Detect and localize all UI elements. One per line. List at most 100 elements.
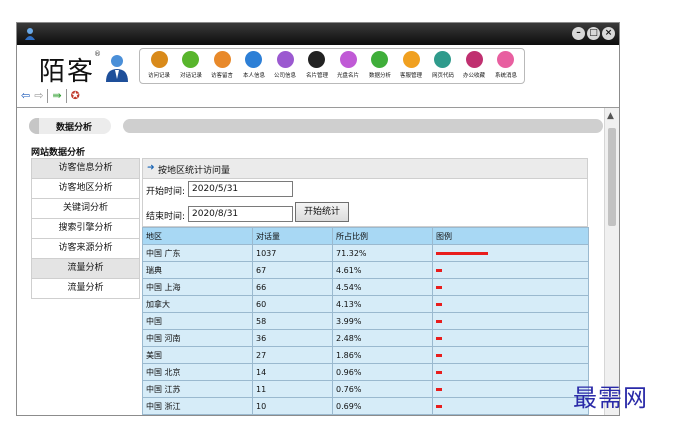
- toolbar-separator: [65, 89, 67, 103]
- title-bar: – □ ×: [17, 23, 619, 45]
- cell-percent: 0.76%: [332, 380, 433, 398]
- legend-bar: [436, 319, 442, 323]
- scroll-thumb[interactable]: [608, 128, 616, 226]
- cell-region: 瑞典: [142, 261, 253, 279]
- cell-count: 11: [252, 380, 333, 398]
- nav-item-code[interactable]: 网页代码: [426, 50, 460, 82]
- nav-item-chat[interactable]: 对话记录: [174, 50, 208, 82]
- start-time-label: 开始时间:: [146, 187, 186, 197]
- nav-item-company[interactable]: 公司信息: [268, 50, 302, 82]
- nav-item-label: 网页代码: [431, 72, 454, 79]
- nav-item-user-info[interactable]: 本人信息: [237, 50, 271, 82]
- legend-bar: [436, 370, 442, 374]
- tab-label: 数据分析: [56, 123, 93, 133]
- cell-percent: 4.54%: [332, 278, 433, 296]
- cell-count: 66: [252, 278, 333, 296]
- legend-bar: [436, 268, 442, 272]
- end-time-label: 结束时间:: [146, 212, 186, 222]
- close-button[interactable]: ×: [602, 27, 615, 40]
- help-icon[interactable]: ✪: [71, 89, 80, 103]
- table-row: 加拿大 60 4.13%: [142, 295, 589, 313]
- forward-arrow-icon[interactable]: ⇨: [34, 89, 43, 103]
- table-row: 中国 江苏 11 0.76%: [142, 380, 589, 398]
- cell-legend: [432, 244, 589, 262]
- side-menu-item[interactable]: 访客来源分析: [31, 239, 140, 259]
- cell-count: 60: [252, 295, 333, 313]
- table-row: 中国 北京 14 0.96%: [142, 363, 589, 381]
- cell-legend: [432, 312, 589, 330]
- panel-title: 按地区统计访问量: [158, 166, 231, 176]
- scroll-up-icon[interactable]: ▲: [607, 111, 614, 121]
- nav-item-chart[interactable]: 数据分析: [363, 50, 397, 82]
- tab-track: [123, 119, 603, 133]
- cell-legend: [432, 329, 589, 347]
- start-statistics-button[interactable]: 开始统计: [295, 202, 349, 222]
- table-row: 中国 浙江 10 0.69%: [142, 397, 589, 415]
- side-menu-item[interactable]: 关键词分析: [31, 199, 140, 219]
- table-row: 中国 河南 36 2.48%: [142, 329, 589, 347]
- nav-item-card[interactable]: 名片管理: [300, 50, 334, 82]
- page-tab-bar: 数据分析: [29, 118, 603, 134]
- back-arrow-icon[interactable]: ⇦: [21, 89, 30, 103]
- legend-bar: [436, 251, 488, 255]
- cell-percent: 0.96%: [332, 363, 433, 381]
- app-window: – □ × 陌客 ® 访问记录 对话记录 访客留言 本人信息 公司信息 名片管理 光盘名片数…: [16, 22, 620, 416]
- cell-region: 中国 北京: [142, 363, 253, 381]
- side-menu-item[interactable]: 流量分析: [31, 279, 140, 299]
- side-menu-item[interactable]: 搜索引擎分析: [31, 219, 140, 239]
- toolbar-separator: [47, 89, 49, 103]
- favorite-icon: [465, 51, 483, 68]
- arrow-right-icon: ➜: [147, 163, 155, 173]
- nav-item-message[interactable]: 访客留言: [205, 50, 239, 82]
- cell-percent: 0.69%: [332, 397, 433, 415]
- maximize-button[interactable]: □: [587, 27, 600, 40]
- end-time-input[interactable]: 2020/8/31: [188, 206, 293, 222]
- quick-toolbar: ⇦ ⇨ ⇛ ✪: [21, 87, 80, 105]
- legend-bar: [436, 302, 442, 306]
- side-menu-group-header[interactable]: 流量分析: [31, 259, 140, 279]
- cell-count: 58: [252, 312, 333, 330]
- region-stats-table: 地区 对话量 所占比例 图例 中国 广东 1037 71.32% 瑞典 67 4.61% 中…: [142, 227, 589, 415]
- panel-header: ➜ 按地区统计访问量: [142, 158, 588, 179]
- cell-legend: [432, 397, 589, 415]
- table-row: 中国 广东 1037 71.32%: [142, 244, 589, 262]
- cell-legend: [432, 295, 589, 313]
- content-frame: 数据分析 网站数据分析 访客信息分析 访客地区分析 关键词分析 搜索引擎分析 访客来源分…: [17, 107, 619, 415]
- cell-legend: [432, 380, 589, 398]
- cell-percent: 3.99%: [332, 312, 433, 330]
- table-row: 美国 27 1.86%: [142, 346, 589, 364]
- minimize-button[interactable]: –: [572, 27, 585, 40]
- start-time-input[interactable]: 2020/5/31: [188, 181, 293, 197]
- message-icon: [213, 51, 231, 68]
- nav-item-person[interactable]: 访问记录: [142, 50, 176, 82]
- cell-count: 1037: [252, 244, 333, 262]
- cell-count: 67: [252, 261, 333, 279]
- side-menu-group-header[interactable]: 访客信息分析: [31, 158, 140, 179]
- watermark: 最需网: [573, 384, 648, 412]
- cell-region: 中国 河南: [142, 329, 253, 347]
- side-menu-item[interactable]: 访客地区分析: [31, 179, 140, 199]
- nav-item-favorite[interactable]: 办公收藏: [457, 50, 491, 82]
- nav-item-label: 公司信息: [273, 72, 297, 79]
- cell-region: 加拿大: [142, 295, 253, 313]
- nav-item-label: 光盘名片: [336, 72, 360, 79]
- cell-legend: [432, 278, 589, 296]
- system-message-icon: [497, 51, 514, 68]
- exit-icon[interactable]: ⇛: [52, 89, 61, 103]
- module-nav: 访问记录 对话记录 访客留言 本人信息 公司信息 名片管理 光盘名片 数据分析 客服管理 网页代码…: [139, 48, 525, 84]
- nav-item-service[interactable]: 客服管理: [394, 50, 428, 82]
- logo-person-icon: [106, 55, 128, 82]
- region-stats-panel: ➜ 按地区统计访问量 开始时间: 2020/5/31 结束时间: 2020/8/…: [142, 158, 589, 415]
- main-toolbar: 陌客 ® 访问记录 对话记录 访客留言 本人信息 公司信息 名片管理 光盘名片 数据分析 客服管…: [17, 45, 619, 107]
- nav-item-label: 本人信息: [242, 72, 265, 79]
- cell-percent: 1.86%: [332, 346, 433, 364]
- nav-item-system-message[interactable]: 系统消息: [489, 50, 523, 82]
- table-row: 中国 上海 66 4.54%: [142, 278, 589, 296]
- tab-data-analysis[interactable]: 数据分析: [29, 118, 111, 134]
- disc-icon: [339, 51, 357, 68]
- cell-legend: [432, 363, 589, 381]
- nav-item-disc[interactable]: 光盘名片: [331, 50, 365, 82]
- vertical-scrollbar[interactable]: ▲: [604, 108, 619, 415]
- column-header-legend: 图例: [432, 227, 589, 245]
- legend-bar: [436, 387, 442, 391]
